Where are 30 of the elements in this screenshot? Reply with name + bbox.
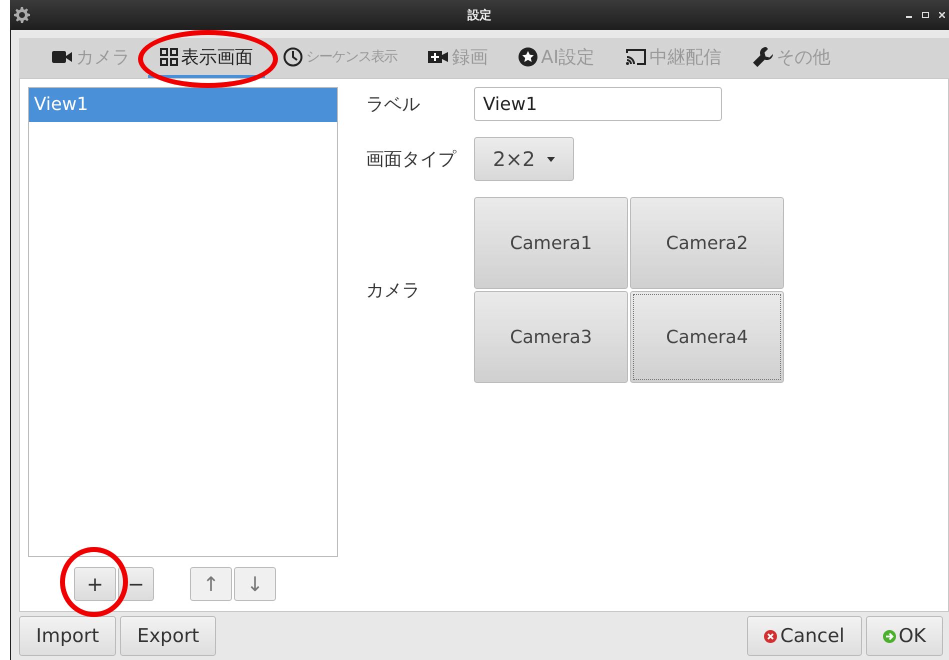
move-down-button[interactable]: ↓ [234, 567, 276, 601]
camera-button[interactable]: Camera1 [474, 197, 628, 289]
cancel-icon [764, 630, 778, 642]
ok-icon [882, 630, 896, 642]
highlight-circle [60, 547, 128, 617]
field-label: カメラ [366, 279, 421, 302]
label-field[interactable]: View1 [474, 87, 722, 121]
close-icon[interactable] [939, 12, 945, 18]
window-title: 設定 [466, 6, 492, 24]
video-camera-icon [51, 48, 73, 64]
cancel-button[interactable]: Cancel [747, 616, 862, 656]
caret-icon [547, 156, 556, 162]
video-plus-icon [427, 50, 449, 64]
ok-button[interactable]: OK [866, 616, 943, 656]
add-button[interactable]: + [74, 567, 116, 601]
field-label: ラベル [366, 93, 421, 116]
settings-icon [14, 7, 30, 23]
export-button[interactable]: Export [120, 616, 216, 656]
import-button[interactable]: Import [19, 616, 116, 656]
camera-button[interactable]: Camera2 [630, 197, 784, 289]
camera-button[interactable]: Camera4 [630, 291, 784, 383]
cast-icon [624, 48, 647, 66]
maximize-icon[interactable] [922, 12, 929, 18]
field-label: 画面タイプ [366, 148, 458, 171]
screen-type-dropdown[interactable]: 2×2 [474, 137, 574, 181]
clock-icon [283, 46, 303, 66]
camera-button[interactable]: Camera3 [474, 291, 628, 383]
wrench-icon [752, 46, 774, 68]
grid-icon [160, 48, 178, 66]
move-up-button[interactable]: ↑ [190, 567, 232, 601]
